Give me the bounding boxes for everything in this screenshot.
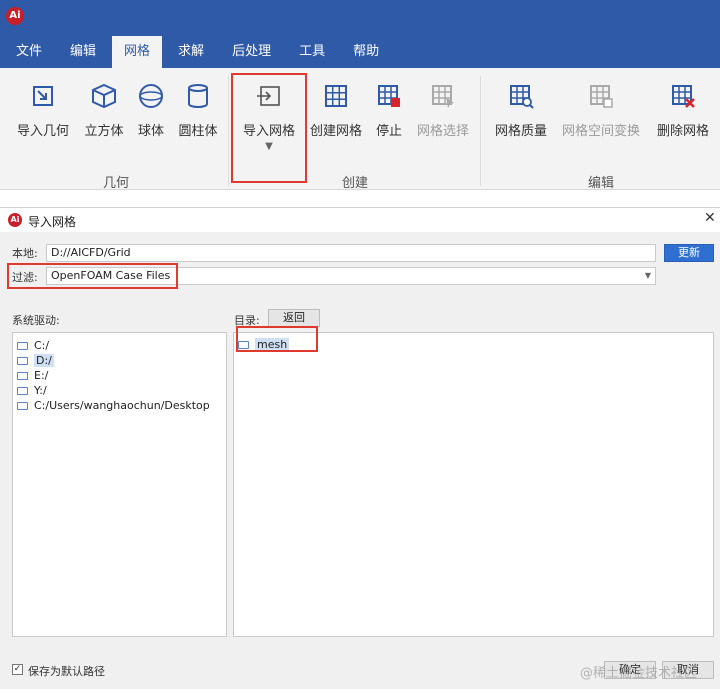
watermark: @稀土掘金技术社区 — [580, 666, 698, 681]
import-mesh-dialog: Ai 导入网格 ✕ 本地: D://AICFD/Grid 更新 过滤: Open… — [0, 207, 720, 689]
mesh-select-button[interactable]: 网格选择 — [414, 82, 472, 139]
cylinder-label: 圆柱体 — [178, 124, 218, 139]
delete-mesh-button[interactable]: 删除网格 — [654, 82, 712, 139]
create-mesh-label: 创建网格 — [309, 124, 362, 139]
delete-mesh-label: 删除网格 — [656, 124, 709, 139]
stop-label: 停止 — [375, 124, 402, 139]
close-icon[interactable]: ✕ — [704, 210, 716, 226]
menu-postprocess[interactable]: 后处理 — [220, 36, 283, 68]
dialog-title: 导入网格 — [28, 215, 77, 229]
drive-item[interactable]: C:/ — [17, 338, 49, 353]
cube-label: 立方体 — [84, 124, 124, 139]
group-separator — [480, 76, 481, 186]
ribbon-mesh: 导入几何 立方体 球体 圆柱体 几何 导入网格 ▼ 创建网格 停止 网格选择 创… — [0, 68, 720, 191]
group-edit-label: 编辑 — [587, 176, 614, 191]
drives-label: 系统驱动: — [12, 314, 60, 327]
group-separator — [228, 76, 229, 186]
cylinder-icon — [188, 84, 208, 108]
menu-help[interactable]: 帮助 — [341, 36, 391, 68]
drive-item[interactable]: Y:/ — [17, 383, 47, 398]
group-create-label: 创建 — [341, 176, 368, 191]
drives-list: C:/ D:/ E:/ Y:/ C:/Users/wanghaochun/Des… — [12, 332, 227, 637]
delete-grid-icon — [672, 85, 695, 108]
menu-mesh[interactable]: 网格 — [112, 36, 163, 68]
back-button[interactable]: 返回 — [268, 309, 320, 327]
import-geometry-icon — [33, 86, 53, 106]
create-mesh-button[interactable]: 创建网格 — [308, 82, 364, 139]
drive-item[interactable]: C:/Users/wanghaochun/Desktop — [17, 398, 210, 413]
mesh-select-label: 网格选择 — [416, 124, 469, 139]
menu-file[interactable]: 文件 — [4, 36, 54, 68]
mesh-transform-label: 网格空间变换 — [561, 124, 640, 139]
folder-icon — [17, 372, 28, 380]
menu-solve[interactable]: 求解 — [166, 36, 216, 68]
local-label: 本地: — [12, 247, 38, 260]
folder-icon — [17, 357, 28, 365]
stop-button[interactable]: 停止 — [372, 82, 406, 139]
folder-icon — [17, 387, 28, 395]
drive-label: E:/ — [34, 369, 49, 382]
cylinder-button[interactable]: 圆柱体 — [176, 82, 220, 139]
app-logo-icon: Ai — [8, 213, 22, 227]
mesh-select-icon — [432, 85, 454, 108]
sphere-label: 球体 — [137, 124, 164, 139]
mesh-quality-button[interactable]: 网格质量 — [492, 82, 550, 139]
import-geometry-button[interactable]: 导入几何 — [14, 82, 72, 139]
chevron-down-icon: ▼ — [644, 271, 651, 280]
save-default-label: 保存为默认路径 — [28, 665, 105, 678]
menu-edit[interactable]: 编辑 — [58, 36, 108, 68]
mesh-quality-label: 网格质量 — [494, 124, 547, 139]
drive-label: C:/ — [34, 339, 50, 352]
local-path-field[interactable]: D://AICFD/Grid — [46, 244, 656, 262]
dialog-body: 本地: D://AICFD/Grid 更新 过滤: OpenFOAM Case … — [0, 232, 720, 689]
dialog-title-bar: Ai 导入网格 ✕ — [0, 208, 720, 232]
title-bar: Ai — [0, 0, 720, 36]
refresh-button[interactable]: 更新 — [664, 244, 714, 262]
folder-icon — [17, 342, 28, 350]
mesh-highlight — [236, 326, 318, 352]
drive-label: C:/Users/wanghaochun/Desktop — [34, 399, 210, 412]
directory-list: mesh — [233, 332, 714, 637]
stop-grid-icon — [378, 85, 400, 107]
cube-button[interactable]: 立方体 — [82, 82, 126, 139]
import-mesh-highlight — [231, 73, 307, 183]
drive-item[interactable]: E:/ — [17, 368, 48, 383]
sphere-icon — [139, 84, 163, 108]
drive-item-selected[interactable]: D:/ — [17, 353, 54, 368]
app-window: Ai 文件 编辑 网格 求解 后处理 工具 帮助 导入几何 立方体 球体 圆柱体… — [0, 0, 720, 191]
drive-label: Y:/ — [34, 384, 47, 397]
cube-icon — [92, 83, 116, 109]
filter-highlight — [7, 263, 178, 289]
menu-tools[interactable]: 工具 — [287, 36, 337, 68]
menu-bar: 文件 编辑 网格 求解 后处理 工具 帮助 — [0, 36, 720, 68]
mesh-transform-icon — [590, 85, 613, 108]
save-default-checkbox[interactable]: ✓ — [12, 664, 23, 675]
sphere-button[interactable]: 球体 — [134, 82, 168, 139]
grid-icon — [325, 85, 347, 107]
folder-icon — [17, 402, 28, 410]
drive-label: D:/ — [34, 354, 54, 367]
import-geometry-label: 导入几何 — [16, 124, 69, 139]
app-logo: Ai — [6, 7, 24, 25]
mesh-transform-button[interactable]: 网格空间变换 — [560, 82, 642, 139]
mesh-quality-icon — [510, 85, 534, 109]
group-geometry-label: 几何 — [102, 176, 129, 191]
